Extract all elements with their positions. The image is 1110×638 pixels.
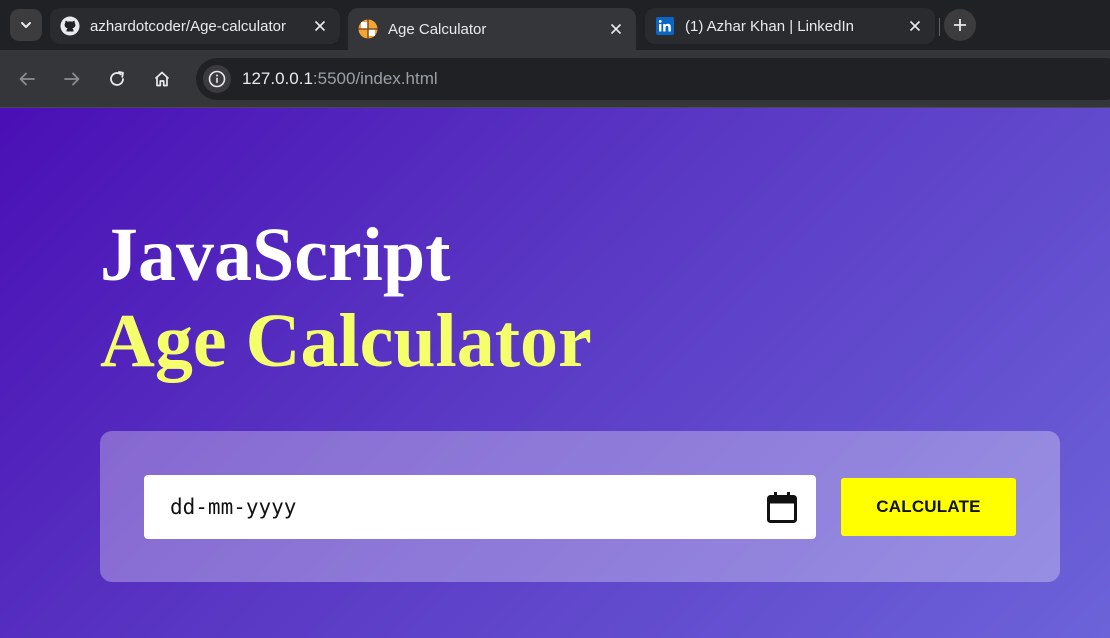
page-content: JavaScript Age Calculator dd-mm-yyyy CAL… — [0, 108, 1110, 638]
tab-title: Age Calculator — [388, 20, 487, 38]
close-icon[interactable] — [606, 19, 626, 39]
age-calculator-favicon-icon — [358, 19, 378, 39]
github-icon — [60, 16, 80, 36]
tab-age-calculator[interactable]: Age Calculator — [348, 8, 636, 50]
birthdate-input[interactable]: dd-mm-yyyy — [144, 475, 816, 539]
reload-icon — [110, 71, 124, 86]
url-host: 127.0.0.1 — [242, 69, 313, 88]
home-icon — [154, 71, 170, 87]
tab-linkedin[interactable]: (1) Azhar Khan | LinkedIn — [645, 8, 935, 44]
back-button[interactable] — [12, 64, 42, 94]
home-button[interactable] — [147, 64, 177, 94]
site-info-button[interactable] — [203, 65, 231, 93]
heading-line-age-calculator: Age Calculator — [100, 299, 592, 383]
url-text: 127.0.0.1:5500/index.html — [242, 69, 438, 89]
reload-button[interactable] — [102, 64, 132, 94]
tab-separator — [939, 18, 940, 36]
calendar-icon[interactable] — [765, 490, 799, 524]
input-card: dd-mm-yyyy CALCULATE — [100, 431, 1060, 582]
chevron-down-icon — [21, 22, 31, 28]
close-icon[interactable] — [905, 16, 925, 36]
heading-line-javascript: JavaScript — [100, 213, 451, 297]
info-icon — [208, 70, 226, 88]
tab-title: azhardotcoder/Age-calculator — [90, 17, 286, 35]
page-heading: JavaScript Age Calculator — [100, 212, 592, 384]
url-path: :5500/index.html — [312, 69, 438, 88]
arrow-left-icon — [19, 72, 35, 86]
new-tab-button[interactable] — [944, 9, 976, 41]
calculate-button[interactable]: CALCULATE — [841, 478, 1016, 536]
arrow-right-icon — [64, 72, 80, 86]
close-icon[interactable] — [310, 16, 330, 36]
tab-title: (1) Azhar Khan | LinkedIn — [685, 17, 854, 35]
plus-icon — [954, 19, 966, 31]
address-bar[interactable]: 127.0.0.1:5500/index.html — [196, 58, 1110, 100]
linkedin-icon — [655, 16, 675, 36]
date-placeholder: dd-mm-yyyy — [170, 495, 297, 519]
tab-search-button[interactable] — [10, 9, 42, 41]
browser-toolbar: 127.0.0.1:5500/index.html — [0, 50, 1110, 108]
tab-strip: azhardotcoder/Age-calculator Age Calcula… — [0, 0, 1110, 50]
forward-button[interactable] — [57, 64, 87, 94]
tab-github[interactable]: azhardotcoder/Age-calculator — [50, 8, 340, 44]
